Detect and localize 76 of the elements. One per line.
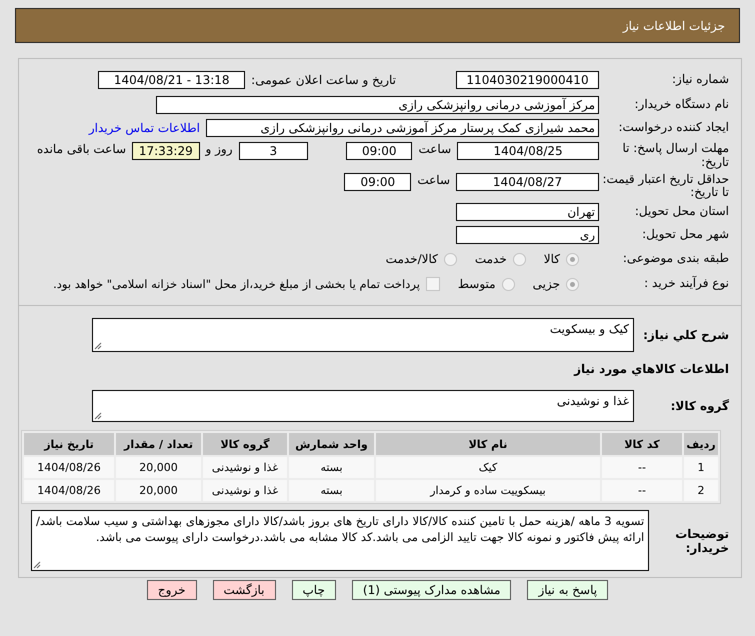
- announce-date-field[interactable]: 1404/08/21 - 13:18: [98, 71, 246, 89]
- field-label: طبقه بندی موضوعی:: [622, 252, 729, 266]
- radio-button[interactable]: [502, 278, 515, 291]
- table-cell: بسته: [289, 480, 374, 502]
- checkbox[interactable]: [426, 277, 440, 292]
- option-label: خدمت: [474, 252, 507, 266]
- field-label: شرح کلي نیاز:: [642, 328, 729, 342]
- column-header: واحد شمارش: [289, 433, 374, 456]
- goods-group-box[interactable]: غذا و نوشیدنی: [92, 390, 634, 422]
- section-heading: اطلاعات کالاهاي مورد نیاز: [574, 362, 729, 376]
- table-cell: 1: [684, 457, 718, 478]
- field-label: نوع فرآیند خرید :: [643, 277, 729, 292]
- field-label: ایجاد کننده درخواست:: [617, 121, 729, 135]
- date-field[interactable]: 1404/08/25: [457, 142, 599, 160]
- field-label: استان محل تحویل:: [634, 205, 729, 220]
- column-header: کد کالا: [602, 433, 682, 456]
- column-header: گروه کالا: [203, 433, 287, 456]
- time-field[interactable]: 09:00: [346, 142, 412, 160]
- column-header: نام کالا: [376, 433, 600, 456]
- remaining-time-field[interactable]: 17:33:29: [132, 142, 200, 160]
- action-button[interactable]: مشاهده مدارک پیوستی (1): [352, 580, 512, 600]
- table-cell: 20,000: [116, 457, 201, 478]
- buyer-contact-link[interactable]: اطلاعات تماس خریدار: [88, 121, 200, 135]
- field-label: تاریخ و ساعت اعلان عمومی:: [251, 73, 396, 87]
- radio-button[interactable]: [566, 252, 579, 266]
- table-cell: --: [602, 457, 682, 478]
- field-label: توضیحات خریدار:: [674, 526, 729, 555]
- table-cell: --: [602, 480, 682, 502]
- buyer-field[interactable]: مرکز آموزشی درمانی روانپزشکی رازی: [156, 96, 599, 114]
- province-field[interactable]: تهران: [456, 203, 599, 222]
- radio-button[interactable]: [566, 278, 579, 291]
- table-cell: غذا و نوشیدنی: [203, 457, 287, 478]
- column-header: تاریخ نیاز: [24, 433, 114, 456]
- action-button[interactable]: بازگشت: [212, 580, 276, 600]
- field-label: روز و: [206, 142, 233, 156]
- option-label: کالا/خدمت: [386, 252, 438, 266]
- table-cell: بیسکوییت ساده و کرمدار: [376, 480, 600, 502]
- time-field[interactable]: 09:00: [344, 172, 412, 191]
- column-header: ردیف: [684, 433, 718, 456]
- column-header: تعداد / مقدار: [116, 433, 201, 456]
- need-number-field[interactable]: 1104030219000410: [456, 71, 599, 89]
- city-field[interactable]: ری: [456, 226, 599, 244]
- date-field[interactable]: 1404/08/27: [456, 172, 599, 191]
- field-label: شهر محل تحویل:: [641, 228, 729, 242]
- field-label: مهلت ارسال پاسخ: تا تاریخ:: [621, 142, 729, 170]
- field-label: شماره نیاز:: [671, 73, 729, 87]
- table-cell: 2: [684, 480, 718, 502]
- page-title: جزئیات اطلاعات نیاز: [622, 18, 725, 32]
- radio-button[interactable]: [444, 252, 457, 266]
- action-button[interactable]: چاپ: [292, 580, 336, 600]
- payment-note: پرداخت تمام یا بخشی از مبلغ خرید،از محل "اسناد خزانه اسلامی" خواهد بود.: [53, 277, 420, 292]
- option-label: جزیی: [532, 277, 560, 292]
- field-label: گروه کالا:: [670, 399, 729, 414]
- radio-button[interactable]: [512, 252, 526, 266]
- table-cell: 1404/08/26: [24, 457, 114, 478]
- requester-field[interactable]: محمد شیرازی کمک پرستار مرکز آموزشی درمانی روانپزشکی رازی: [206, 119, 599, 137]
- table-cell: کیک: [376, 457, 600, 478]
- field-label: حداقل تاریخ اعتبار قیمت: تا تاریخ:: [601, 172, 729, 200]
- resize-grip-icon: [94, 412, 102, 420]
- resize-grip-icon: [33, 561, 41, 570]
- days-field[interactable]: 3: [238, 142, 308, 160]
- field-label: ساعت: [417, 172, 450, 187]
- resize-grip-icon: [94, 342, 102, 350]
- option-label: کالا: [544, 252, 560, 266]
- field-label: ساعت باقی مانده: [37, 142, 126, 156]
- action-button[interactable]: پاسخ به نیاز: [527, 580, 608, 600]
- buyer-notes-box[interactable]: تسویه 3 ماهه /هزینه حمل با تامین کننده کالا/کالا دارای تاریخ های بروز باشد/کالا دارای مجوزهای بهداشتی و سیب سلامت باشد/ارائه پیش فاکتور و نمونه کالا جهت تایید الزامی می باشد.کد کالا مشابه می باشد.درخواست دارای پیوست می باشد.: [31, 510, 650, 572]
- summary-box[interactable]: کیک و بیسکویت: [92, 318, 634, 352]
- table-cell: 20,000: [116, 480, 201, 502]
- field-label: نام دستگاه خریدار:: [634, 98, 729, 112]
- table-cell: بسته: [289, 457, 374, 478]
- table-cell: 1404/08/26: [24, 480, 114, 502]
- action-button[interactable]: خروج: [146, 580, 196, 600]
- table-cell: غذا و نوشیدنی: [203, 480, 287, 502]
- field-label: ساعت: [418, 142, 452, 156]
- option-label: متوسط: [458, 277, 496, 292]
